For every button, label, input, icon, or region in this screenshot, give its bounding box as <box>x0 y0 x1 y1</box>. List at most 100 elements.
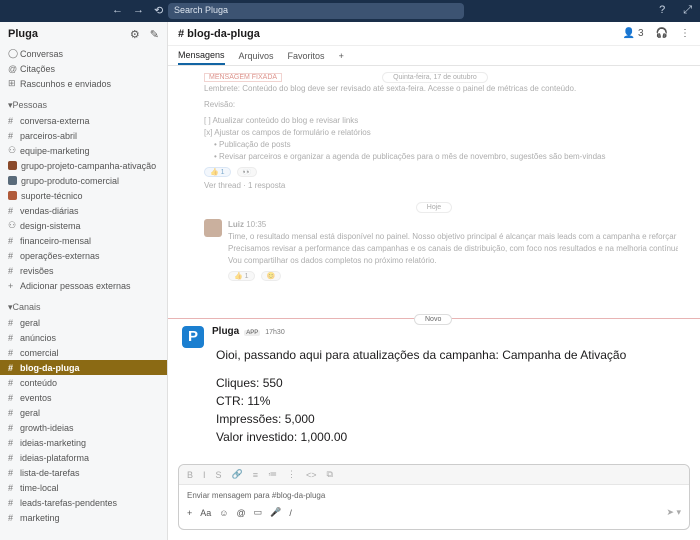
message-history: MENSAGEM FIXADA Quinta-feira, 17 de outu… <box>168 68 700 316</box>
huddle-icon[interactable]: 🎧 <box>656 28 668 39</box>
workspace-name[interactable]: Pluga <box>8 28 38 40</box>
sidebar-dm-parceiros-abril[interactable]: # parceiros-abril <box>0 128 167 143</box>
sidebar-item-label: suporte-técnico <box>21 190 83 201</box>
tab-messages[interactable]: Mensagens <box>178 50 225 65</box>
link-button[interactable]: 🔗 <box>232 469 243 480</box>
sidebar-dm-financeiro-mensal[interactable]: # financeiro-mensal <box>0 233 167 248</box>
format-icon[interactable]: Aa <box>200 508 211 518</box>
bold-button[interactable]: B <box>187 470 193 480</box>
avatar[interactable] <box>204 219 222 237</box>
sidebar-channel-geral[interactable]: # geral <box>0 315 167 330</box>
sidebar-dm-conversa-externa[interactable]: # conversa-externa <box>0 113 167 128</box>
settings-icon[interactable]: ⚙ <box>130 28 140 41</box>
sidebar-channel-growth-ideias[interactable]: # growth-ideias <box>0 420 167 435</box>
italic-button[interactable]: I <box>203 470 206 480</box>
blockquote-button[interactable]: ⋮ <box>287 469 296 480</box>
message-text: Vou compartilhar os dados completos no p… <box>228 256 437 265</box>
history-label: Revisão: <box>204 100 236 109</box>
sidebar-nav-conversas[interactable]: ◯ Conversas <box>0 46 167 61</box>
send-button[interactable]: ➤ ▾ <box>666 507 681 518</box>
sidebar-dm-vendas-di-rias[interactable]: # vendas-diárias <box>0 203 167 218</box>
reaction[interactable]: 👍 1 <box>204 167 231 177</box>
expand-icon[interactable]: ⤢ <box>683 4 692 17</box>
sidebar-channel-ideias-marketing[interactable]: # ideias-marketing <box>0 435 167 450</box>
topbar-actions: ? ⤢ <box>659 4 692 17</box>
members-button[interactable]: 👤 3 <box>623 28 644 39</box>
sidebar-dm-grupo-produto-comercial[interactable]: grupo-produto-comercial <box>0 173 167 188</box>
message-sender[interactable]: Luiz <box>228 220 244 229</box>
sidebar-item-label: grupo-produto-comercial <box>21 175 120 186</box>
video-icon[interactable]: ▭ <box>254 507 263 518</box>
channel-name[interactable]: # blog-da-pluga <box>178 28 260 40</box>
history-line: Lembrete: Conteúdo do blog deve ser revi… <box>204 84 577 93</box>
channel-view: # blog-da-pluga 👤 3 🎧 ⋮ Mensagens Arquiv… <box>168 22 700 540</box>
sidebar-channel-geral[interactable]: # geral <box>0 405 167 420</box>
sidebar-nav-rascunhos-e-enviados[interactable]: ⊞ Rascunhos e enviados <box>0 76 167 91</box>
mention-icon[interactable]: @ <box>236 508 245 518</box>
hash-icon: # <box>8 452 14 463</box>
item-icon: @ <box>8 63 18 74</box>
thread-reply-link[interactable]: Ver thread · 1 resposta <box>204 180 664 192</box>
channels-section-header[interactable]: ▾ Canais <box>0 299 167 315</box>
ordered-list-button[interactable]: ≡ <box>253 470 258 480</box>
message-composer: B I S 🔗 ≡ ≔ ⋮ <> ⧉ Enviar mensagem para … <box>178 464 690 530</box>
more-icon[interactable]: ⋮ <box>680 28 690 39</box>
sidebar-channel-time-local[interactable]: # time-local <box>0 480 167 495</box>
sidebar-item-label: blog-da-pluga <box>20 362 80 373</box>
pluga-app-avatar[interactable]: P <box>182 326 204 348</box>
tab-bookmarks[interactable]: Favoritos <box>288 51 325 61</box>
message-time[interactable]: 17h30 <box>265 329 284 336</box>
sidebar-dm-suporte-t-cnico[interactable]: suporte-técnico <box>0 188 167 203</box>
plus-icon[interactable]: + <box>187 508 192 518</box>
microphone-icon[interactable]: 🎤 <box>270 507 281 518</box>
help-icon[interactable]: ? <box>659 4 665 17</box>
message-intro: Oioi, passando aqui para atualizações da… <box>216 348 627 362</box>
new-messages-pill[interactable]: Novo <box>414 314 453 325</box>
message-sender[interactable]: Pluga <box>212 326 239 337</box>
sidebar-channel-comercial[interactable]: # comercial <box>0 345 167 360</box>
date-divider[interactable]: Quinta-feira, 17 de outubro <box>382 72 488 83</box>
shortcuts-icon[interactable]: / <box>289 508 292 518</box>
reaction[interactable]: 👀 <box>236 167 258 177</box>
strike-button[interactable]: S <box>216 470 222 480</box>
channel-tabs: Mensagens Arquivos Favoritos + <box>168 46 700 66</box>
sidebar-channel-lista-de-tarefas[interactable]: # lista-de-tarefas <box>0 465 167 480</box>
reaction[interactable]: 👍 1 <box>228 271 255 281</box>
sidebar-channel-eventos[interactable]: # eventos <box>0 390 167 405</box>
sidebar-dm-equipe-marketing[interactable]: ⚇ equipe-marketing <box>0 143 167 158</box>
search-bar[interactable]: Search Pluga <box>168 3 464 19</box>
sidebar-item-label: parceiros-abril <box>20 130 78 141</box>
sidebar-channel-ideias-plataforma[interactable]: # ideias-plataforma <box>0 450 167 465</box>
hash-icon: # <box>8 362 14 373</box>
sidebar-item-label: marketing <box>20 512 60 523</box>
sidebar-channel-blog-da-pluga[interactable]: # blog-da-pluga <box>0 360 167 375</box>
tab-files[interactable]: Arquivos <box>239 51 274 61</box>
emoji-icon[interactable]: ☺ <box>219 508 228 518</box>
workspace-header[interactable]: Pluga ⚙ ✎ <box>0 22 167 46</box>
code-block-button[interactable]: ⧉ <box>327 469 333 480</box>
code-button[interactable]: <> <box>306 470 317 480</box>
add-external-people[interactable]: + Adicionar pessoas externas <box>0 278 167 293</box>
sidebar-channel-marketing[interactable]: # marketing <box>0 510 167 525</box>
bullet-list-button[interactable]: ≔ <box>268 469 277 480</box>
reaction[interactable]: 😊 <box>260 271 282 281</box>
add-tab-button[interactable]: + <box>339 51 344 61</box>
today-divider[interactable]: Hoje <box>415 202 453 213</box>
sidebar-item-label: design-sistema <box>20 220 81 231</box>
sidebar-item-label: Citações <box>20 63 56 74</box>
dm-section-header[interactable]: ▾ Pessoas <box>0 97 167 113</box>
sidebar-channel-conte-do[interactable]: # conteúdo <box>0 375 167 390</box>
sidebar-dm-grupo-projeto-campanha-ativa-o[interactable]: grupo-projeto-campanha-ativação <box>0 158 167 173</box>
top-bar: ← → ⟲ Search Pluga ? ⤢ <box>0 0 700 22</box>
sidebar-dm-opera-es-externas[interactable]: # operações-externas <box>0 248 167 263</box>
sidebar-dm-design-sistema[interactable]: ⚇ design-sistema <box>0 218 167 233</box>
sidebar-nav-cita-es[interactable]: @ Citações <box>0 61 167 76</box>
sidebar-dm-revis-es[interactable]: # revisões <box>0 263 167 278</box>
compose-icon[interactable]: ✎ <box>150 28 159 41</box>
sidebar-channel-an-ncios[interactable]: # anúncios <box>0 330 167 345</box>
sidebar-channel-leads-tarefas-pendentes[interactable]: # leads-tarefas-pendentes <box>0 495 167 510</box>
forward-icon[interactable]: → <box>133 4 144 17</box>
history-icon[interactable]: ⟲ <box>154 4 163 17</box>
back-icon[interactable]: ← <box>112 4 123 17</box>
message-input[interactable]: Enviar mensagem para #blog-da-pluga <box>179 485 689 507</box>
